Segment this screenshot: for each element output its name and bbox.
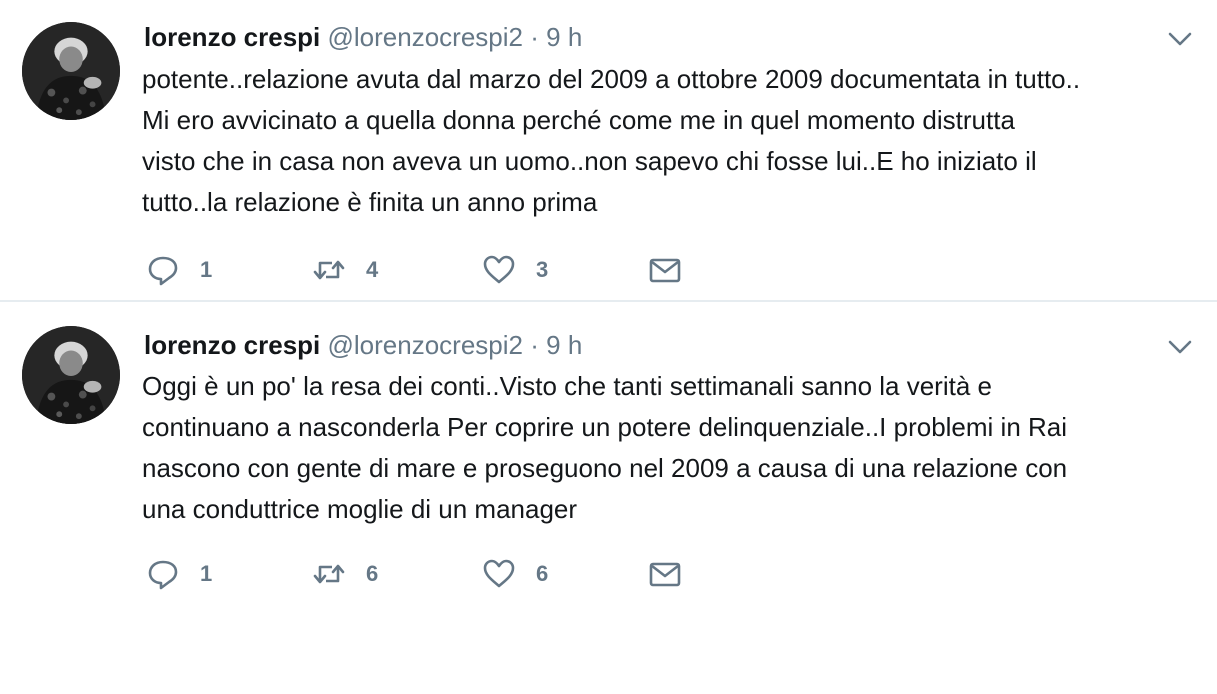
chevron-down-icon[interactable] [1165, 24, 1195, 54]
retweet-count: 6 [366, 561, 379, 586]
tweet-text-line: potente..relazione avuta dal marzo del 2… [142, 64, 1081, 94]
tweet-text-line: Oggi è un po' la resa dei conti..Visto c… [142, 371, 992, 401]
author-handle[interactable]: @lorenzocrespi2 [328, 330, 523, 360]
like-button[interactable]: 3 [482, 254, 548, 286]
direct-message-button[interactable] [648, 254, 682, 286]
retweet-icon [313, 260, 345, 280]
heart-icon [483, 255, 515, 284]
author-name[interactable]: lorenzo crespi [144, 22, 320, 52]
tweet-text: potente..relazione avuta dal marzo del 2… [142, 59, 1202, 223]
reply-count: 1 [200, 561, 213, 586]
reply-icon [148, 256, 178, 286]
tweet-text: Oggi è un po' la resa dei conti..Visto c… [142, 366, 1202, 530]
separator: · [530, 22, 539, 52]
tweet-text-line: Mi ero avvicinato a quella donna perché … [142, 105, 1015, 135]
tweet-text-line: tutto..la relazione è finita un anno pri… [142, 187, 598, 217]
tweet-text-line: continuano a nasconderla Per coprire un … [142, 412, 1068, 442]
reply-button[interactable]: 1 [146, 254, 212, 286]
reply-button[interactable]: 1 [146, 558, 212, 590]
separator: · [530, 330, 539, 360]
envelope-icon [649, 562, 681, 587]
retweet-icon [313, 564, 345, 584]
tweet-text-line: visto che in casa non aveva un uomo..non… [142, 146, 1037, 176]
direct-message-button[interactable] [648, 558, 682, 590]
author-name[interactable]: lorenzo crespi [144, 330, 320, 360]
tweet[interactable]: lorenzo crespi @lorenzocrespi2 · 9 h Ogg… [0, 302, 1217, 602]
envelope-icon [649, 258, 681, 283]
like-count: 3 [536, 257, 549, 282]
tweet[interactable]: lorenzo crespi @lorenzocrespi2 · 9 h pot… [0, 0, 1217, 302]
avatar[interactable] [22, 22, 120, 120]
retweet-button[interactable]: 4 [312, 254, 378, 286]
tweet-header: lorenzo crespi @lorenzocrespi2 · 9 h [144, 330, 582, 360]
tweet-actions: 1 6 6 [146, 558, 706, 590]
like-count: 6 [536, 561, 549, 586]
reply-count: 1 [200, 257, 213, 282]
timestamp[interactable]: 9 h [546, 330, 582, 360]
heart-icon [483, 559, 515, 588]
like-button[interactable]: 6 [482, 558, 548, 590]
chevron-down-icon[interactable] [1165, 332, 1195, 362]
tweet-text-line: una conduttrice moglie di un manager [142, 494, 578, 524]
tweet-actions: 1 4 3 [146, 254, 706, 286]
tweet-text-line: nascono con gente di mare e proseguono n… [142, 453, 1068, 483]
author-handle[interactable]: @lorenzocrespi2 [328, 22, 523, 52]
timestamp[interactable]: 9 h [546, 22, 582, 52]
tweet-header: lorenzo crespi @lorenzocrespi2 · 9 h [144, 22, 582, 52]
retweet-count: 4 [366, 257, 379, 282]
retweet-button[interactable]: 6 [312, 558, 378, 590]
avatar[interactable] [22, 326, 120, 424]
reply-icon [148, 560, 178, 590]
